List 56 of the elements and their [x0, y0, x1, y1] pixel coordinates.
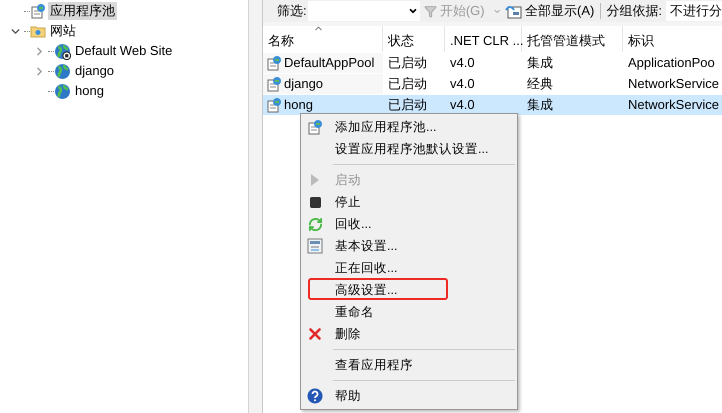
tree-item[interactable]: Default Web Site [73, 42, 174, 60]
table-cell-text: 集成 [527, 96, 553, 114]
help-icon [307, 388, 323, 404]
table-cell-text: 已启动 [388, 75, 427, 94]
column-header[interactable]: 托管管道模式 [522, 26, 623, 52]
table-cell-text: NetworkService [628, 96, 720, 114]
table-cell-text: hong [284, 96, 313, 114]
table-cell-text: v4.0 [450, 75, 475, 94]
column-header[interactable]: 状态 [383, 26, 445, 52]
tree-item[interactable]: 应用程序池 [48, 2, 117, 20]
tree-item[interactable]: django [73, 62, 116, 80]
app-pool-icon [266, 97, 282, 113]
menu-item[interactable]: 添加应用程序池... [335, 118, 436, 136]
menu-item[interactable]: 查看应用程序 [335, 356, 413, 374]
menu-item[interactable]: 正在回收... [335, 258, 398, 278]
table-cell-text: DefaultAppPool [284, 54, 374, 72]
splitter[interactable] [249, 0, 263, 413]
table-cell-text: 经典 [527, 75, 553, 94]
add-pool-icon [307, 119, 323, 135]
filter-field[interactable] [308, 1, 420, 21]
table-cell-text: 集成 [527, 54, 553, 72]
table-cell-text: ApplicationPoo [628, 54, 715, 72]
filter-icon [424, 4, 437, 18]
table-cell-text: django [284, 75, 324, 94]
table-cell-text: NetworkService [628, 75, 720, 94]
show-all-icon [505, 4, 522, 18]
menu-item[interactable]: 回收... [335, 214, 372, 234]
column-header[interactable]: 名称 [263, 26, 383, 52]
dropdown-icon[interactable] [408, 6, 418, 16]
stop-icon [310, 196, 320, 208]
column-header[interactable]: 标识 [623, 26, 722, 52]
globe-icon [54, 82, 71, 100]
recycle-icon [308, 216, 322, 232]
settings-icon [307, 238, 323, 254]
menu-item[interactable]: 删除 [335, 324, 361, 344]
menu-item[interactable]: 设置应用程序池默认设置... [335, 140, 488, 158]
menu-item[interactable]: 高级设置... [335, 280, 398, 300]
table-cell-text: 已启动 [388, 96, 427, 114]
table-cell-text: v4.0 [450, 96, 475, 114]
menu-item[interactable]: 停止 [335, 192, 361, 212]
globe-icon [54, 42, 71, 60]
menu-item[interactable]: 帮助 [335, 386, 361, 406]
tree-item[interactable]: hong [73, 82, 106, 100]
menu-item[interactable]: 重命名 [335, 302, 374, 322]
column-header[interactable]: .NET CLR ... [445, 26, 522, 52]
show-all-button[interactable]: 全部显示(A) [505, 1, 594, 21]
play-icon [310, 174, 320, 186]
delete-icon [306, 325, 324, 343]
table-cell-text: 已启动 [388, 54, 427, 72]
globe-icon [54, 62, 71, 80]
menu-item[interactable]: 基本设置... [335, 236, 398, 256]
table-cell-text: v4.0 [450, 54, 475, 72]
tree-item[interactable]: 网站 [48, 22, 78, 40]
group-by-field[interactable]: 不进行分 [666, 1, 722, 21]
filter-label: 筛选: [277, 2, 307, 20]
group-by-label: 分组依据: [606, 2, 662, 20]
